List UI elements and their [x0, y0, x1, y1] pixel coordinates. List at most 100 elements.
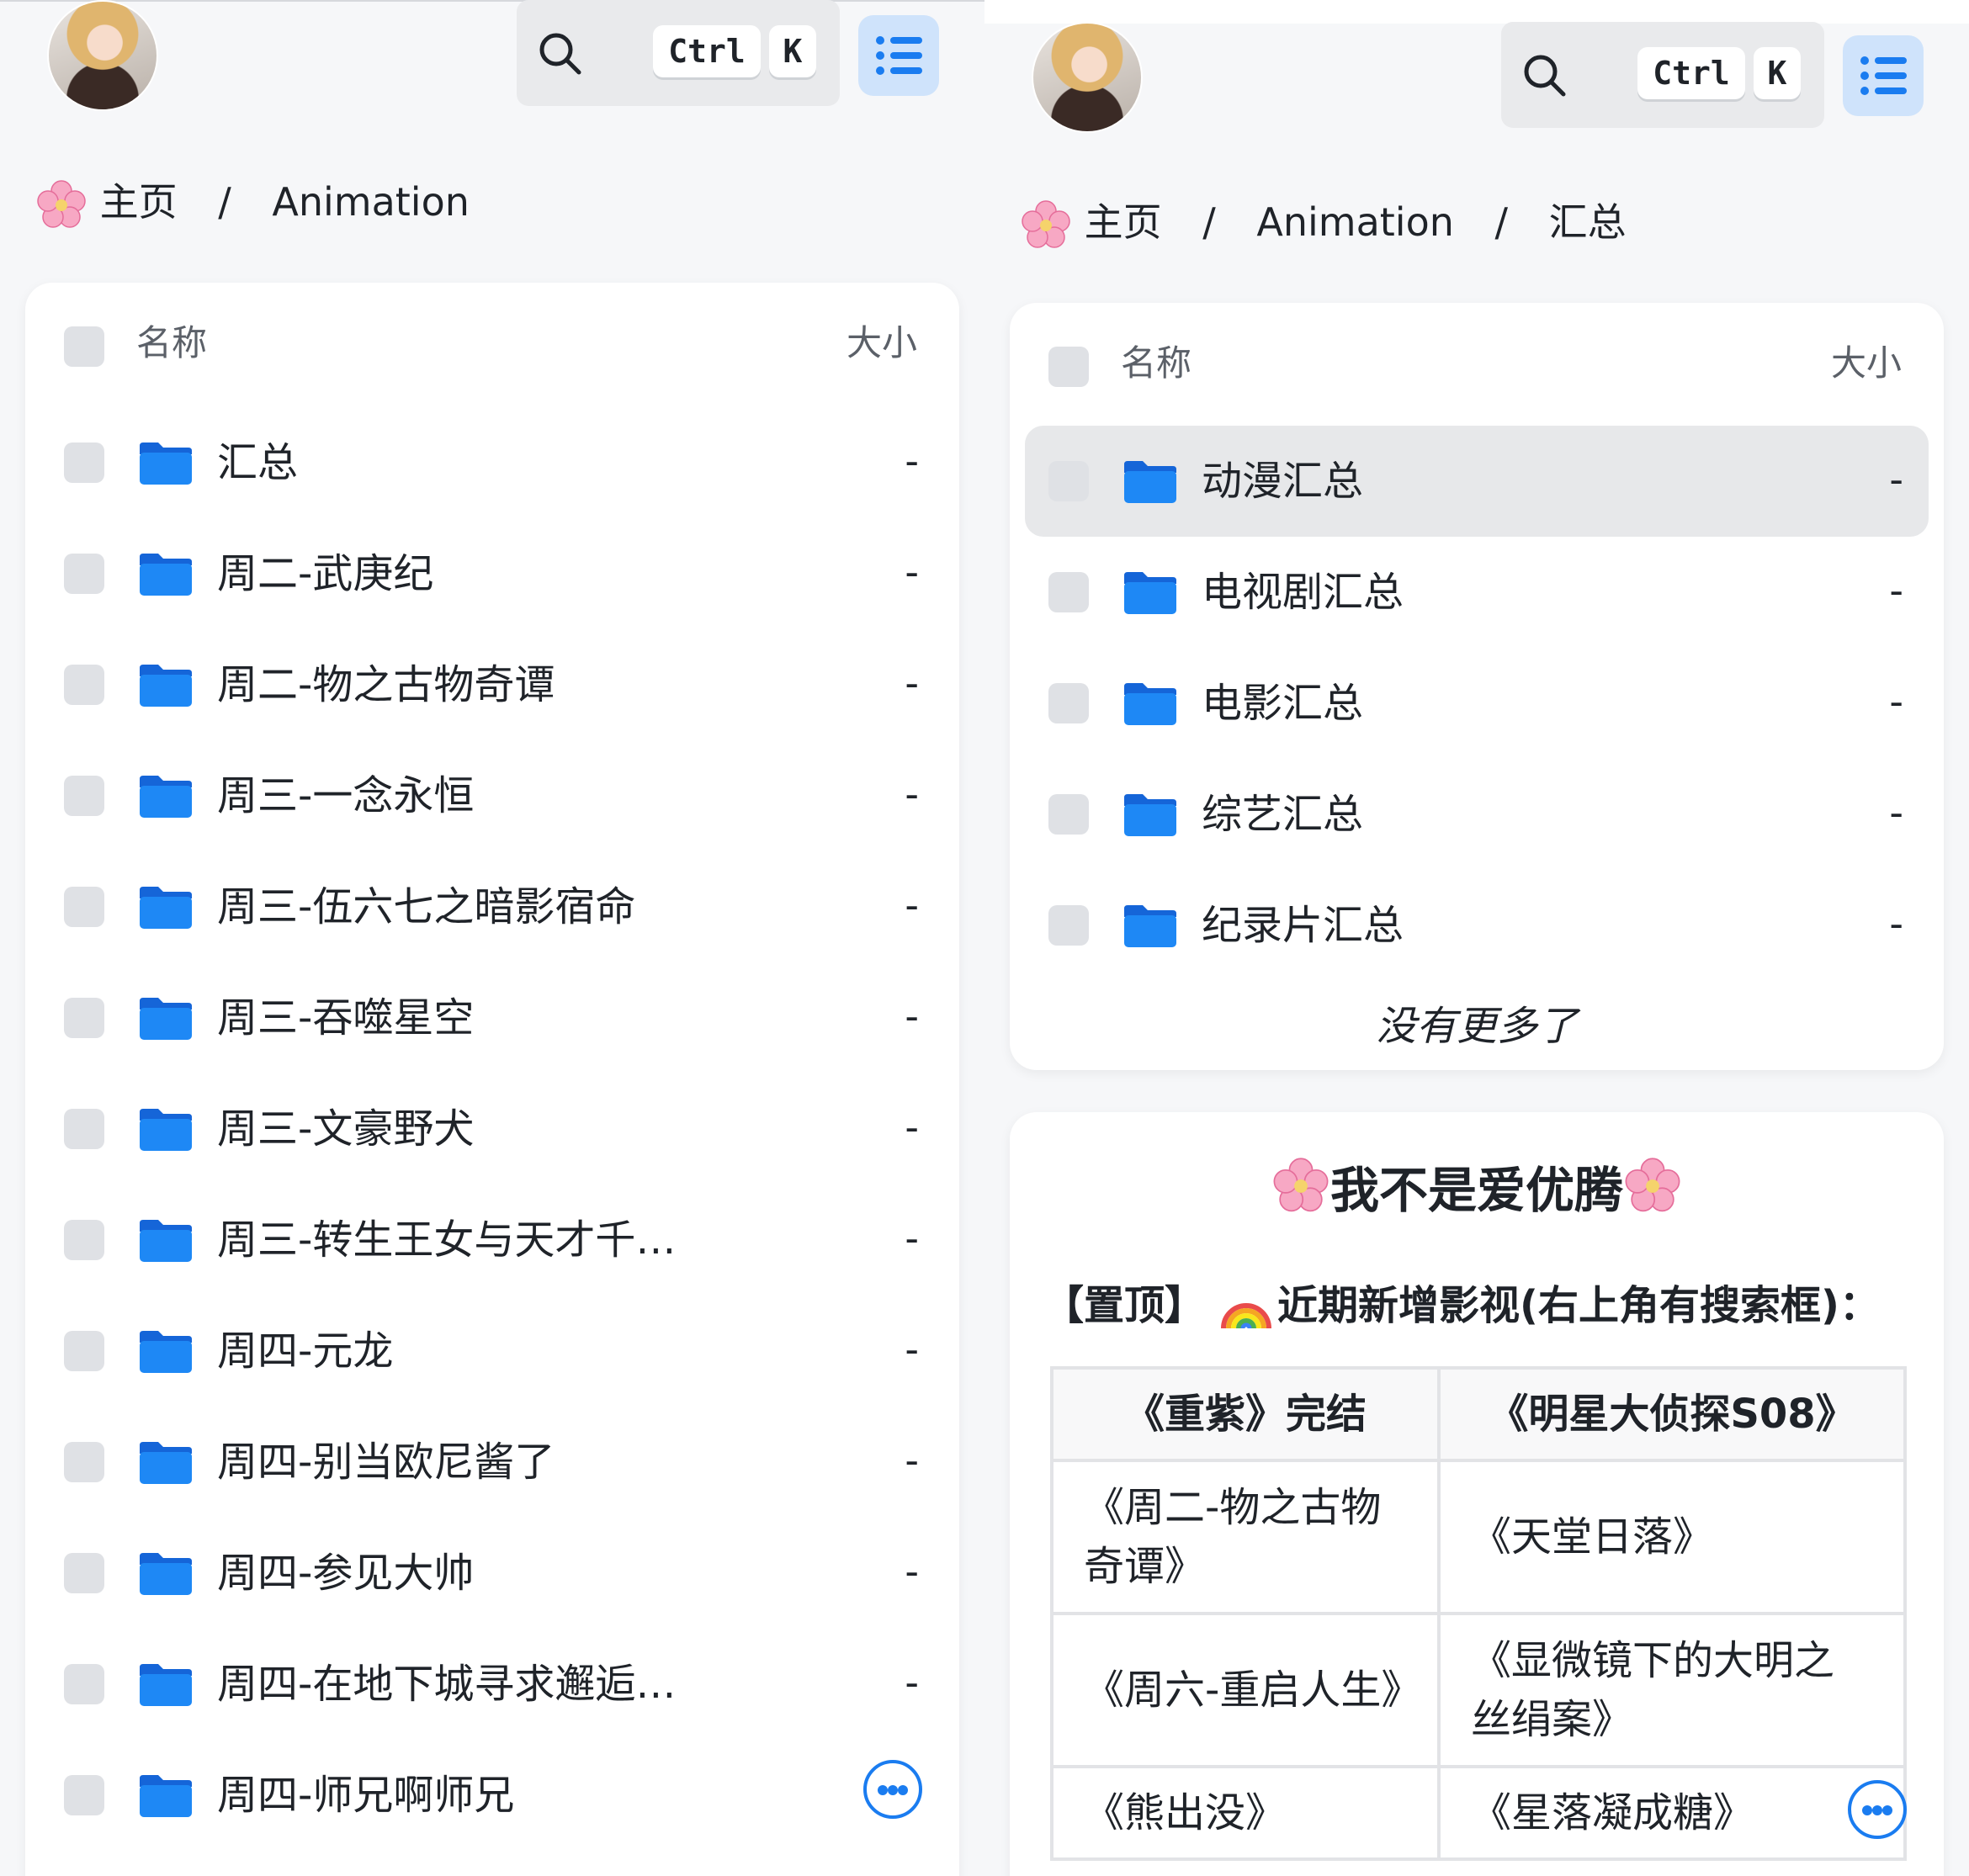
list-item[interactable]: 周四-师兄啊师兄 — [25, 1740, 959, 1851]
folder-icon — [1124, 794, 1176, 836]
row-checkbox[interactable] — [1048, 461, 1089, 501]
menu-list-icon — [876, 36, 922, 75]
folder-icon — [140, 1220, 192, 1262]
dot — [1882, 1805, 1892, 1815]
table-cell[interactable]: 《周二-物之古物奇谭》 — [1050, 1459, 1441, 1615]
header: Ctrl K — [0, 0, 984, 135]
row-checkbox[interactable] — [64, 443, 104, 483]
breadcrumb-animation[interactable]: Animation — [272, 179, 470, 225]
menu-button[interactable] — [1843, 35, 1924, 116]
list-item[interactable]: 综艺汇总 - — [1010, 759, 1944, 870]
pinned-text: 近期新增影视(右上角有搜索框)： — [1277, 1282, 1880, 1329]
table-cell[interactable]: 《熊出没》 — [1050, 1765, 1441, 1861]
breadcrumb-current[interactable]: 汇总 — [1549, 199, 1627, 245]
table-cell[interactable]: 《显微镜下的大明之丝绢案》 — [1437, 1612, 1907, 1768]
row-checkbox[interactable] — [64, 1109, 104, 1149]
list-item[interactable]: 周四-别当欧尼酱了 - — [25, 1407, 959, 1518]
file-size: - — [905, 660, 919, 706]
file-name: 周三-伍六七之暗影宿命 — [217, 883, 636, 930]
list-item[interactable]: 周四-元龙 - — [25, 1296, 959, 1407]
table-cell[interactable]: 《周六-重启人生》 — [1050, 1612, 1441, 1768]
row-checkbox[interactable] — [64, 1553, 104, 1593]
folder-icon — [140, 1775, 192, 1817]
file-name: 周四-参见大帅 — [217, 1550, 475, 1597]
select-all-checkbox[interactable] — [1048, 347, 1089, 387]
row-checkbox[interactable] — [1048, 794, 1089, 835]
row-checkbox[interactable] — [64, 1220, 104, 1260]
list-item[interactable]: 周三-伍六七之暗影宿命 - — [25, 851, 959, 962]
right-panel: Ctrl K 主页 / Animation / 汇总 名称 大小 动漫汇总 - … — [984, 0, 1969, 1876]
column-size-header[interactable]: 大小 — [1831, 338, 1902, 389]
file-size: - — [1889, 790, 1903, 835]
list-item[interactable]: 周二-武庚纪 - — [25, 518, 959, 629]
left-panel: Ctrl K 主页 / Animation 名称 大小 汇总 - 周二-武庚纪 … — [0, 0, 984, 1876]
row-checkbox[interactable] — [64, 776, 104, 816]
file-size: - — [905, 549, 919, 595]
row-checkbox[interactable] — [1048, 572, 1089, 612]
file-name: 周三-文豪野犬 — [217, 1105, 475, 1153]
row-checkbox[interactable] — [64, 1775, 104, 1815]
table-header-row: 《重紫》完结 《明星大侦探S08》 — [1050, 1366, 1907, 1462]
list-item[interactable]: 动漫汇总 - — [1025, 426, 1929, 537]
kbd-k: K — [769, 25, 816, 77]
row-checkbox[interactable] — [64, 665, 104, 705]
dot — [898, 1785, 908, 1795]
breadcrumb-home[interactable]: 主页 — [1085, 199, 1162, 245]
list-item[interactable]: 电影汇总 - — [1010, 648, 1944, 759]
row-checkbox[interactable] — [1048, 905, 1089, 946]
list-item[interactable]: 周四-参见大帅 - — [25, 1518, 959, 1629]
list-item[interactable]: 周二-物之古物奇谭 - — [25, 629, 959, 740]
breadcrumb-home[interactable]: 主页 — [100, 179, 178, 225]
list-item[interactable]: 汇总 - — [25, 407, 959, 518]
row-checkbox[interactable] — [1048, 683, 1089, 723]
dot — [1872, 1805, 1882, 1815]
row-checkbox[interactable] — [64, 887, 104, 927]
table-cell[interactable]: 《天堂日落》 — [1437, 1459, 1907, 1615]
more-options-button[interactable] — [1848, 1780, 1907, 1839]
table-row: 《周二-物之古物奇谭》 《天堂日落》 — [1050, 1459, 1907, 1615]
search-icon — [1524, 55, 1566, 97]
column-name-header[interactable]: 名称 — [136, 318, 207, 368]
avatar[interactable] — [1032, 22, 1143, 133]
row-checkbox[interactable] — [64, 1442, 104, 1482]
list-item[interactable]: 周三-吞噬星空 - — [25, 962, 959, 1073]
folder-icon — [140, 1553, 192, 1595]
flower-icon — [1625, 1158, 1680, 1212]
folder-icon — [140, 554, 192, 596]
search-button[interactable]: Ctrl K — [517, 0, 840, 106]
list-item[interactable]: 周三-文豪野犬 - — [25, 1073, 959, 1184]
file-name: 电视剧汇总 — [1202, 569, 1404, 616]
column-name-header[interactable]: 名称 — [1121, 338, 1191, 389]
folder-icon — [140, 1109, 192, 1151]
list-item[interactable]: 电视剧汇总 - — [1010, 537, 1944, 648]
list-item[interactable]: 周三-转生王女与天才千… - — [25, 1184, 959, 1296]
breadcrumb-animation[interactable]: Animation — [1256, 199, 1454, 245]
breadcrumb-separator: / — [218, 179, 231, 225]
pinned-tag: 【置顶】 — [1043, 1282, 1206, 1329]
menu-button[interactable] — [858, 15, 939, 96]
avatar[interactable] — [47, 0, 158, 111]
row-checkbox[interactable] — [64, 1664, 104, 1704]
row-checkbox[interactable] — [64, 554, 104, 594]
kbd-ctrl: Ctrl — [653, 25, 761, 77]
list-item[interactable]: 周三-一念永恒 - — [25, 740, 959, 851]
file-list-card: 名称 大小 汇总 - 周二-武庚纪 - 周二-物之古物奇谭 - 周三-一念永恒 - 周三-伍六七… — [25, 283, 959, 1876]
folder-icon — [1124, 905, 1176, 947]
row-checkbox[interactable] — [64, 998, 104, 1038]
folder-icon — [140, 665, 192, 707]
file-size: - — [905, 994, 919, 1039]
row-checkbox[interactable] — [64, 1331, 104, 1371]
notice-title-text: 我不是爱优腾 — [1329, 1162, 1623, 1219]
folder-icon — [140, 998, 192, 1040]
file-size: - — [905, 438, 919, 484]
list-item[interactable]: 纪录片汇总 - — [1010, 870, 1944, 981]
search-button[interactable]: Ctrl K — [1501, 22, 1824, 128]
list-item[interactable]: 周四-在地下城寻求邂逅… - — [25, 1629, 959, 1740]
select-all-checkbox[interactable] — [64, 326, 104, 367]
more-options-button[interactable] — [863, 1760, 922, 1819]
file-size: - — [905, 1327, 919, 1372]
notice-card: 我不是爱优腾 【置顶】 近期新增影视(右上角有搜索框)： 《重紫》完结 《明星大… — [1010, 1112, 1944, 1876]
table-cell[interactable]: 《星落凝成糖》 — [1437, 1765, 1907, 1861]
menu-list-icon — [1860, 56, 1907, 95]
column-size-header[interactable]: 大小 — [847, 318, 917, 368]
